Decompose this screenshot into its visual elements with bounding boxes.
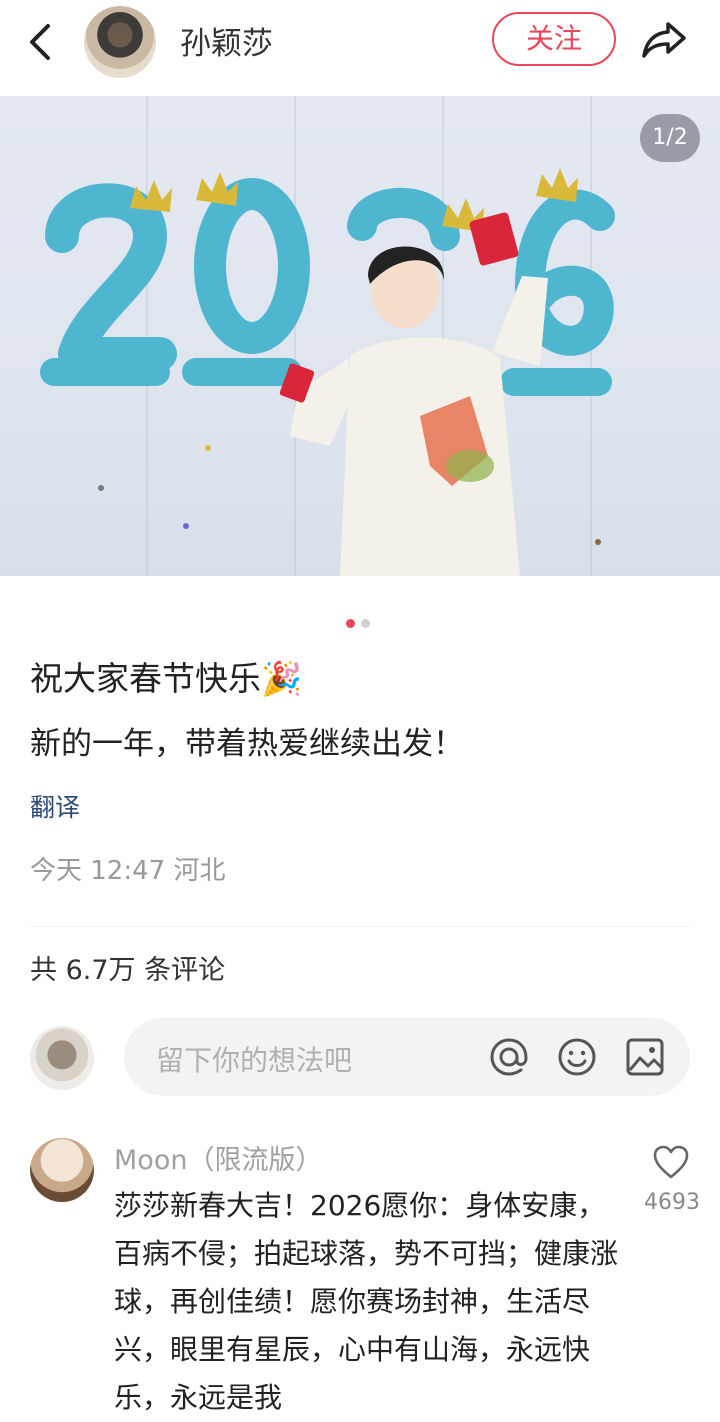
top-bar: 孙颖莎 关注 [0, 0, 720, 92]
divider [30, 926, 690, 927]
image-counter: 1/2 [640, 114, 700, 162]
post-title: 祝大家春节快乐🎉 [30, 659, 303, 698]
at-icon[interactable] [488, 1036, 530, 1078]
carousel-dot-active[interactable] [346, 619, 355, 628]
post-image[interactable] [0, 96, 720, 576]
carousel-dot[interactable] [361, 619, 370, 628]
author-avatar[interactable] [84, 6, 156, 78]
post-body: 新的一年，带着热爱继续出发！ [30, 726, 464, 762]
back-icon[interactable] [22, 20, 62, 64]
heart-icon[interactable] [652, 1144, 690, 1180]
translate-link[interactable]: 翻译 [30, 788, 80, 824]
image-icon[interactable] [624, 1036, 666, 1078]
author-name[interactable]: 孙颖莎 [180, 18, 273, 63]
follow-button[interactable]: 关注 [492, 12, 616, 66]
emoji-icon[interactable] [556, 1036, 598, 1078]
comment-text: 莎莎新春大吉！2026愿你：身体安康，百病不侵；拍起球落，势不可挡；健康涨球，再… [114, 1189, 619, 1414]
commenter-name[interactable]: Moon（限流版） [114, 1138, 322, 1177]
commenter-avatar[interactable] [30, 1138, 94, 1202]
carousel-dots [346, 613, 376, 628]
comment-count: 共 6.7万 条评论 [30, 955, 226, 986]
post-meta: 今天 12:47 河北 [30, 856, 226, 886]
comment-input[interactable]: 留下你的想法吧 [124, 1018, 690, 1096]
share-icon[interactable] [640, 18, 688, 62]
my-avatar [30, 1026, 94, 1090]
comment-input-placeholder: 留下你的想法吧 [156, 1044, 353, 1077]
photo-illustration [40, 168, 615, 576]
like-count: 4693 [644, 1190, 700, 1215]
